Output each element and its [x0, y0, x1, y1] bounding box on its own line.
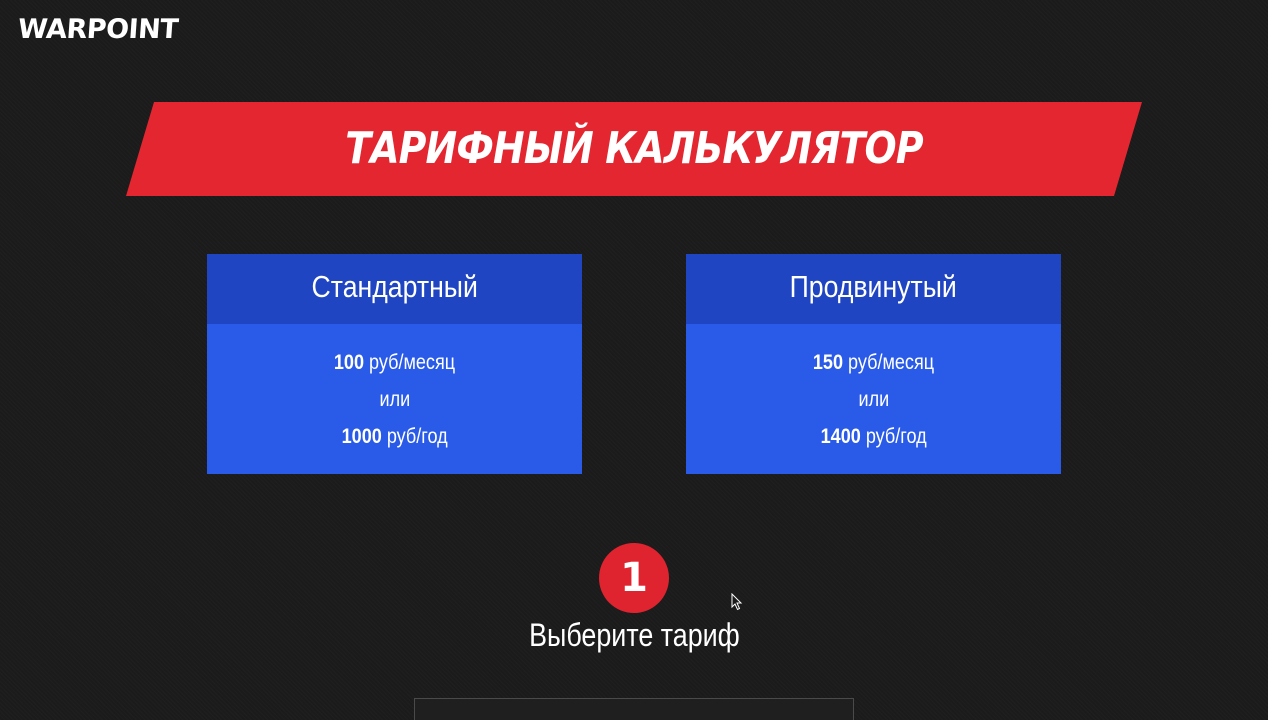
plan-month-unit: руб/месяц — [848, 351, 935, 374]
page: WARPOINT ТАРИФНЫЙ КАЛЬКУЛЯТОР Стандартны… — [0, 0, 1268, 720]
plan-year-unit: руб/год — [386, 425, 448, 448]
page-title: ТАРИФНЫЙ КАЛЬКУЛЯТОР — [345, 123, 923, 174]
plan-month-price: 150 — [812, 351, 844, 374]
step-label-text: Выберите тариф — [528, 617, 740, 653]
plan-select-box[interactable] — [414, 698, 854, 720]
plan-header: Продвинутый — [686, 254, 1061, 324]
plan-separator: или — [858, 388, 889, 411]
plan-card-advanced[interactable]: Продвинутый 150 руб/месяц или 1400 руб/г… — [686, 254, 1061, 474]
plan-year-unit: руб/год — [865, 425, 927, 448]
plan-card-standard[interactable]: Стандартный 100 руб/месяц или 1000 руб/г… — [207, 254, 582, 474]
plan-name: Продвинутый — [789, 269, 958, 304]
plan-separator: или — [379, 388, 410, 411]
plan-body: 100 руб/месяц или 1000 руб/год — [207, 324, 582, 474]
plan-header: Стандартный — [207, 254, 582, 324]
step-label: Выберите тариф — [434, 617, 834, 654]
step-number-badge: 1 — [599, 543, 669, 613]
warpoint-logo[interactable]: WARPOINT — [17, 14, 179, 45]
calculator-banner: ТАРИФНЫЙ КАЛЬКУЛЯТОР — [126, 102, 1142, 196]
plan-year-price: 1000 — [341, 425, 382, 448]
plan-year-price: 1400 — [820, 425, 861, 448]
plan-month-price: 100 — [333, 351, 365, 374]
plan-name: Стандартный — [311, 269, 478, 304]
plan-month-unit: руб/месяц — [369, 351, 456, 374]
mouse-cursor-icon — [731, 593, 743, 611]
plan-body: 150 руб/месяц или 1400 руб/год — [686, 324, 1061, 474]
